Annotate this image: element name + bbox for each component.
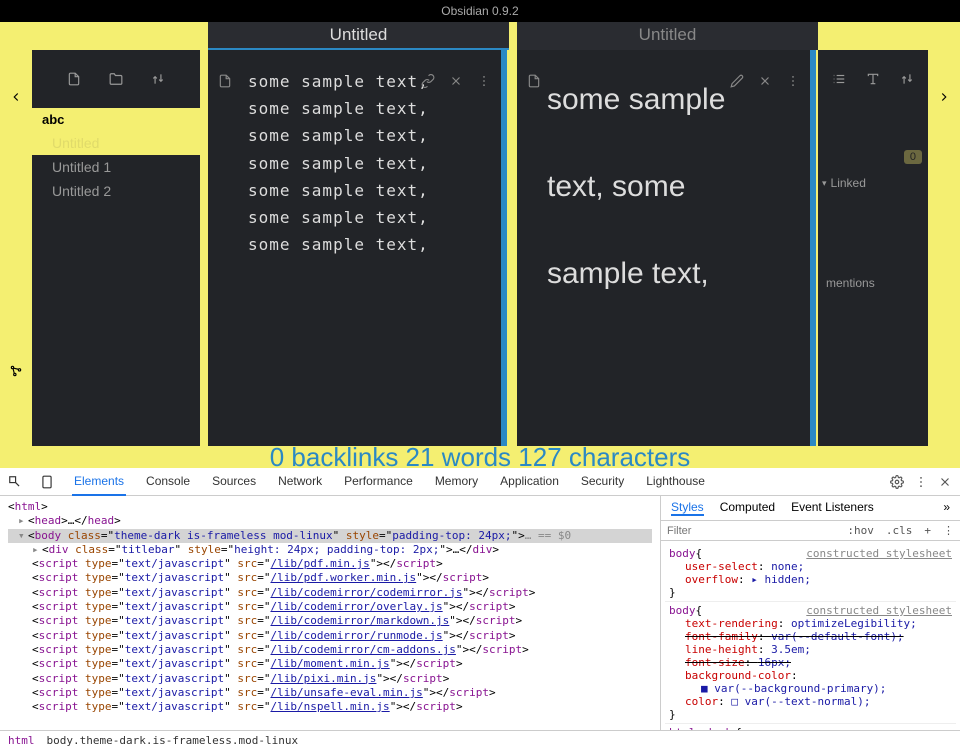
explorer-tabs: [32, 50, 200, 108]
folder-icon[interactable]: [109, 72, 123, 86]
file-item[interactable]: Untitled: [32, 131, 200, 155]
file-icon[interactable]: [67, 72, 81, 86]
devtools-tab-elements[interactable]: Elements: [72, 468, 126, 496]
file-icon: [218, 74, 232, 93]
file-item[interactable]: Untitled 1: [32, 155, 200, 179]
side-tab[interactable]: Computed: [720, 500, 775, 516]
left-ribbon: [0, 22, 32, 468]
text-icon[interactable]: [866, 72, 880, 86]
mentions-section[interactable]: mentions: [818, 268, 928, 298]
backlink-count-badge: 0: [904, 150, 922, 164]
sort-icon[interactable]: [900, 72, 914, 86]
tab-header-1[interactable]: Untitled: [208, 22, 509, 50]
app-container: abc UntitledUntitled 1Untitled 2 Untitle…: [0, 22, 960, 468]
devtools-tab-performance[interactable]: Performance: [342, 468, 415, 496]
gear-icon[interactable]: [890, 475, 904, 489]
tab-header-2[interactable]: Untitled: [517, 22, 818, 50]
cls-button[interactable]: .cls: [880, 521, 919, 540]
right-ribbon: [928, 22, 960, 468]
edit-icon[interactable]: [730, 74, 744, 88]
chevron-left-icon[interactable]: [9, 90, 23, 104]
devtools-tabs: Elements Console Sources Network Performance…: [0, 468, 960, 496]
close-icon[interactable]: [938, 475, 952, 489]
devtools-tab-network[interactable]: Network: [276, 468, 324, 496]
list-icon[interactable]: [832, 72, 846, 86]
sort-icon[interactable]: [151, 72, 165, 86]
editor-pane-1: Untitled some sample text,some sample te…: [208, 22, 509, 468]
close-icon[interactable]: [758, 74, 772, 88]
hov-button[interactable]: :hov: [841, 521, 880, 540]
add-rule-button[interactable]: +: [918, 521, 937, 540]
titlebar: Obsidian 0.9.2: [0, 0, 960, 22]
right-panel: 0 Linked mentions: [818, 50, 928, 462]
more-icon[interactable]: [786, 74, 800, 88]
more-icon[interactable]: [477, 74, 491, 88]
side-tab[interactable]: Event Listeners: [791, 500, 874, 516]
devtools-tab-console[interactable]: Console: [144, 468, 192, 496]
breadcrumb[interactable]: html body.theme-dark.is-frameless.mod-li…: [0, 730, 960, 750]
linked-section[interactable]: Linked: [818, 168, 928, 198]
close-icon[interactable]: [449, 74, 463, 88]
graph-icon[interactable]: [9, 364, 23, 378]
inspect-icon[interactable]: [8, 475, 22, 489]
device-icon[interactable]: [40, 475, 54, 489]
status-bar: 0 backlinks 21 words 127 characters: [0, 446, 960, 468]
styles-panel: StylesComputedEvent Listeners» :hov .cls…: [660, 496, 960, 730]
file-icon: [527, 74, 541, 93]
devtools-tab-lighthouse[interactable]: Lighthouse: [644, 468, 707, 496]
devtools-tab-security[interactable]: Security: [579, 468, 626, 496]
devtools: Elements Console Sources Network Performance…: [0, 468, 960, 750]
folder-title[interactable]: abc: [32, 108, 200, 131]
dom-tree[interactable]: <html>▸<head>…</head>▾<body class="theme…: [0, 496, 660, 730]
devtools-tab-application[interactable]: Application: [498, 468, 561, 496]
side-tab[interactable]: Styles: [671, 500, 704, 516]
editor-body-1[interactable]: some sample text,some sample text,some s…: [208, 50, 507, 468]
editor-pane-2: Untitled some sampletext, somesample tex…: [517, 22, 818, 468]
chevron-right-icon[interactable]: [937, 90, 951, 104]
file-explorer: abc UntitledUntitled 1Untitled 2: [32, 50, 200, 462]
devtools-tab-sources[interactable]: Sources: [210, 468, 258, 496]
editor-body-2[interactable]: some sampletext, somesample text,: [517, 50, 816, 468]
link-icon[interactable]: [421, 74, 435, 88]
devtools-tab-memory[interactable]: Memory: [433, 468, 480, 496]
more-icon[interactable]: ⋮: [937, 521, 960, 540]
file-item[interactable]: Untitled 2: [32, 179, 200, 203]
more-icon[interactable]: [914, 475, 928, 489]
styles-filter-input[interactable]: [661, 521, 841, 540]
